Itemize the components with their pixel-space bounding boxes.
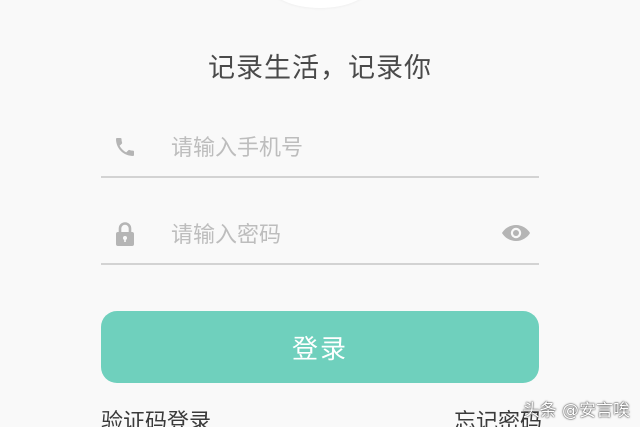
login-screen: 记录生活，记录你 登录 验证码登录 忘记密码	[0, 0, 640, 427]
phone-field	[101, 120, 539, 178]
login-button[interactable]: 登录	[101, 311, 539, 383]
watermark: 头条 @安言唉	[522, 401, 630, 421]
page-title: 记录生活，记录你	[208, 53, 432, 84]
eye-icon[interactable]	[501, 221, 531, 245]
avatar	[270, 0, 370, 8]
sms-login-link[interactable]: 验证码登录	[101, 404, 211, 427]
password-input[interactable]	[171, 217, 471, 253]
password-field	[101, 207, 539, 265]
lock-icon	[113, 221, 137, 247]
phone-icon	[113, 134, 137, 160]
phone-input[interactable]	[171, 130, 471, 166]
